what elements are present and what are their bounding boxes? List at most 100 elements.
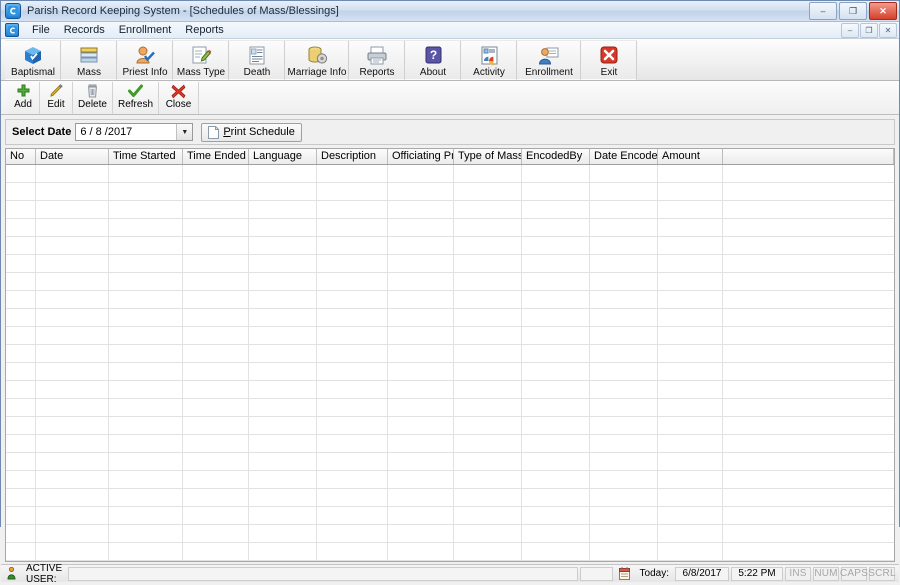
table-row[interactable] bbox=[6, 237, 894, 255]
mdi-minimize-icon: – bbox=[848, 27, 852, 35]
column-header-date[interactable]: Date bbox=[36, 149, 109, 164]
toolbar-label: Priest Info bbox=[122, 67, 167, 78]
table-row[interactable] bbox=[6, 183, 894, 201]
table-cell bbox=[249, 201, 317, 218]
table-row[interactable] bbox=[6, 435, 894, 453]
close-button[interactable]: ✕ bbox=[869, 2, 897, 20]
mdi-restore-button[interactable]: ❐ bbox=[860, 23, 878, 38]
toolbar-button-mass[interactable]: Mass bbox=[61, 40, 117, 80]
toolbar-button-reports[interactable]: Reports bbox=[349, 40, 405, 80]
current-time-value: 5:22 PM bbox=[731, 567, 783, 581]
refresh-button[interactable]: Refresh bbox=[113, 82, 159, 114]
table-cell bbox=[454, 381, 522, 398]
toolbar-button-activity[interactable]: Activity bbox=[461, 40, 517, 80]
table-row[interactable] bbox=[6, 381, 894, 399]
table-row[interactable] bbox=[6, 363, 894, 381]
table-row[interactable] bbox=[6, 273, 894, 291]
grid-body[interactable] bbox=[6, 165, 894, 561]
active-user-value bbox=[68, 567, 578, 581]
column-header-description[interactable]: Description bbox=[317, 149, 388, 164]
table-cell bbox=[522, 219, 590, 236]
column-header-officiating-priest[interactable]: Officiating Pri... bbox=[388, 149, 454, 164]
table-row[interactable] bbox=[6, 417, 894, 435]
table-cell bbox=[36, 435, 109, 452]
table-row[interactable] bbox=[6, 291, 894, 309]
column-header-date-encoded[interactable]: Date Encoded bbox=[590, 149, 658, 164]
schedules-grid[interactable]: No Date Time Started Time Ended Language… bbox=[5, 148, 895, 562]
mdi-minimize-button[interactable]: – bbox=[841, 23, 859, 38]
toolbar-label: Marriage Info bbox=[288, 67, 347, 78]
table-row[interactable] bbox=[6, 165, 894, 183]
table-cell bbox=[249, 291, 317, 308]
menu-item-reports[interactable]: Reports bbox=[178, 23, 231, 37]
edit-button[interactable]: Edit bbox=[40, 82, 73, 114]
table-row[interactable] bbox=[6, 327, 894, 345]
close-record-button[interactable]: Close bbox=[159, 82, 199, 114]
table-cell bbox=[658, 363, 723, 380]
table-row[interactable] bbox=[6, 471, 894, 489]
menu-item-records[interactable]: Records bbox=[57, 23, 112, 37]
table-row[interactable] bbox=[6, 507, 894, 525]
table-row[interactable] bbox=[6, 399, 894, 417]
table-row[interactable] bbox=[6, 489, 894, 507]
table-row[interactable] bbox=[6, 345, 894, 363]
table-cell bbox=[388, 255, 454, 272]
toolbar-button-death[interactable]: Death bbox=[229, 40, 285, 80]
date-picker[interactable]: 6 / 8 /2017 ▼ bbox=[75, 123, 193, 141]
toolbar-button-mass-type[interactable]: Mass Type bbox=[173, 40, 229, 80]
chevron-down-icon[interactable]: ▼ bbox=[176, 124, 192, 140]
table-cell bbox=[109, 201, 183, 218]
table-cell bbox=[36, 381, 109, 398]
print-schedule-button[interactable]: Print Schedule bbox=[201, 123, 302, 142]
toolbar-button-marriage-info[interactable]: Marriage Info bbox=[285, 40, 349, 80]
table-row[interactable] bbox=[6, 453, 894, 471]
table-cell bbox=[723, 255, 894, 272]
table-row[interactable] bbox=[6, 525, 894, 543]
column-header-language[interactable]: Language bbox=[249, 149, 317, 164]
mdi-close-button[interactable]: ✕ bbox=[879, 23, 897, 38]
column-header-time-started[interactable]: Time Started bbox=[109, 149, 183, 164]
mdi-app-icon[interactable] bbox=[5, 23, 19, 37]
column-header-type-of-mass[interactable]: Type of Mass bbox=[454, 149, 522, 164]
toolbar-button-exit[interactable]: Exit bbox=[581, 40, 637, 80]
table-row[interactable] bbox=[6, 543, 894, 561]
status-indicator-scrl: SCRL bbox=[869, 567, 895, 581]
table-row[interactable] bbox=[6, 255, 894, 273]
table-cell bbox=[249, 237, 317, 254]
column-header-time-ended[interactable]: Time Ended bbox=[183, 149, 249, 164]
column-header-no[interactable]: No bbox=[6, 149, 36, 164]
column-header-amount[interactable]: Amount bbox=[658, 149, 723, 164]
toolbar-button-enrollment[interactable]: Enrollment bbox=[517, 40, 581, 80]
status-indicator-num: NUM bbox=[813, 567, 839, 581]
table-cell bbox=[522, 237, 590, 254]
table-cell bbox=[723, 327, 894, 344]
table-cell bbox=[388, 201, 454, 218]
table-cell bbox=[109, 183, 183, 200]
table-cell bbox=[183, 273, 249, 290]
print-mnemonic: P bbox=[223, 126, 230, 138]
column-header-encoded-by[interactable]: EncodedBy bbox=[522, 149, 590, 164]
menu-item-file[interactable]: File bbox=[25, 23, 57, 37]
table-cell bbox=[658, 309, 723, 326]
table-cell bbox=[109, 525, 183, 542]
restore-button[interactable]: ❐ bbox=[839, 2, 867, 20]
table-cell bbox=[723, 291, 894, 308]
minimize-button[interactable]: – bbox=[809, 2, 837, 20]
table-row[interactable] bbox=[6, 309, 894, 327]
table-row[interactable] bbox=[6, 201, 894, 219]
menu-item-enrollment[interactable]: Enrollment bbox=[112, 23, 179, 37]
table-cell bbox=[388, 399, 454, 416]
toolbar-button-about[interactable]: ? About bbox=[405, 40, 461, 80]
toolbar-button-priest-info[interactable]: Priest Info bbox=[117, 40, 173, 80]
table-cell bbox=[590, 399, 658, 416]
toolbar-button-baptismal[interactable]: Baptismal bbox=[5, 40, 61, 80]
plus-icon bbox=[16, 84, 31, 99]
delete-button[interactable]: Delete bbox=[73, 82, 113, 114]
table-row[interactable] bbox=[6, 219, 894, 237]
add-button[interactable]: Add bbox=[7, 82, 40, 114]
app-icon bbox=[5, 3, 21, 19]
table-cell bbox=[388, 183, 454, 200]
select-date-label: Select Date bbox=[12, 126, 71, 138]
table-cell bbox=[317, 399, 388, 416]
about-icon: ? bbox=[422, 44, 444, 66]
